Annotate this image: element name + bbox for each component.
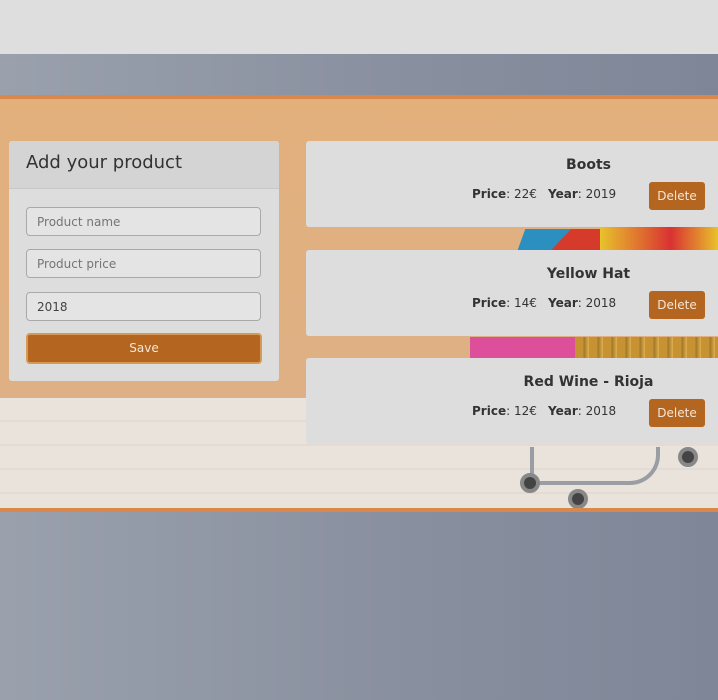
- product-card: Red Wine - Rioja Price: 12€ Year: 2018 D…: [306, 358, 718, 444]
- form-title: Add your product: [9, 141, 279, 189]
- delete-button[interactable]: Delete: [649, 399, 705, 427]
- product-price: Price: 12€: [472, 404, 537, 418]
- shopping-cart-image: [530, 447, 660, 485]
- save-button[interactable]: Save: [26, 333, 262, 364]
- product-year-input[interactable]: [26, 292, 261, 321]
- cart-wheel: [678, 447, 698, 467]
- cart-wheel: [568, 489, 588, 508]
- product-card: Boots Price: 22€ Year: 2019 Delete: [306, 141, 718, 227]
- product-name: Yellow Hat: [546, 266, 631, 282]
- product-year: Year: 2018: [548, 404, 617, 418]
- product-price: Price: 14€: [472, 296, 537, 310]
- product-year: Year: 2019: [548, 187, 617, 201]
- delete-button[interactable]: Delete: [649, 291, 705, 319]
- delete-button[interactable]: Delete: [649, 182, 705, 210]
- product-name: Red Wine - Rioja: [523, 374, 654, 390]
- product-price-input[interactable]: [26, 249, 261, 278]
- product-name: Boots: [566, 157, 611, 173]
- add-product-form: Add your product Save: [9, 141, 279, 381]
- top-bar: [0, 0, 718, 54]
- product-name-input[interactable]: [26, 207, 261, 236]
- cart-wheel: [520, 473, 540, 493]
- product-year: Year: 2018: [548, 296, 617, 310]
- product-price: Price: 22€: [472, 187, 537, 201]
- product-card: Yellow Hat Price: 14€ Year: 2018 Delete: [306, 250, 718, 336]
